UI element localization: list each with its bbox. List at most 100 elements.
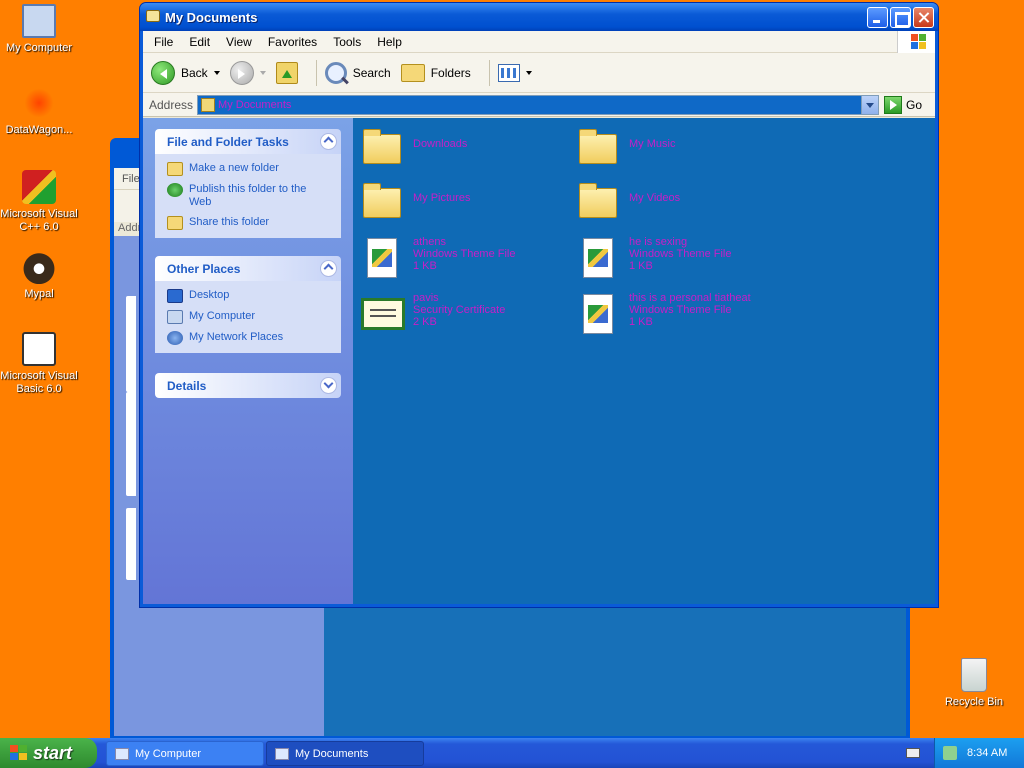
place-my-network-places[interactable]: My Network Places [167, 331, 331, 345]
views-button[interactable] [497, 63, 532, 82]
folder-item-my-music[interactable]: My Music [575, 126, 675, 170]
views-dropdown-icon [525, 71, 532, 78]
collapse-icon[interactable] [320, 260, 337, 277]
datawagon-icon [22, 86, 56, 120]
up-folder-icon [275, 61, 298, 84]
task-make-new-folder[interactable]: Make a new folder [167, 162, 331, 176]
forward-button[interactable] [229, 60, 266, 85]
minimize-button[interactable] [867, 7, 888, 28]
other-places-panel: Other Places Desktop My Computer My Netw… [155, 256, 341, 353]
title-bar[interactable]: My Documents [140, 3, 938, 31]
background-panel [126, 508, 136, 580]
folder-item-downloads[interactable]: Downloads [359, 126, 467, 170]
address-dropdown-icon[interactable] [861, 95, 879, 114]
forward-arrow-icon [229, 60, 254, 85]
folders-label: Folders [430, 65, 471, 80]
file-type: Windows Theme File [629, 304, 732, 316]
desktop-icon-mypal[interactable]: Mypal [0, 250, 79, 301]
file-item-pavis[interactable]: pavis Security Certificate 2 KB [359, 292, 505, 336]
address-input[interactable]: My Documents [197, 94, 880, 115]
windows-logo-icon [897, 31, 935, 53]
task-share-folder[interactable]: Share this folder [167, 216, 331, 230]
desktop-icon-label: DataWagon... [5, 124, 73, 136]
background-menu-file[interactable]: File [122, 173, 140, 185]
folder-icon [275, 747, 289, 760]
background-panel [126, 296, 136, 392]
desktop-icon-recycle-bin[interactable]: Recycle Bin [934, 658, 1014, 709]
place-desktop[interactable]: Desktop [167, 289, 331, 303]
file-item-personal-theme[interactable]: this is a personal tiatheat Windows Them… [575, 292, 751, 336]
collapse-icon[interactable] [320, 133, 337, 150]
menu-tools[interactable]: Tools [325, 33, 369, 51]
file-size: 1 KB [629, 316, 653, 328]
expand-icon[interactable] [320, 377, 337, 394]
address-value: My Documents [218, 98, 292, 111]
file-folder-tasks-body: Make a new folder Publish this folder to… [155, 154, 341, 238]
windows-flag-icon [10, 745, 28, 761]
search-label: Search [352, 65, 391, 80]
menu-edit[interactable]: Edit [181, 33, 218, 51]
address-bar: Address My Documents Go [143, 93, 935, 117]
folder-item-my-pictures[interactable]: My Pictures [359, 180, 470, 224]
taskbar-button-my-documents[interactable]: My Documents [266, 741, 424, 766]
back-button[interactable]: Back [151, 60, 220, 85]
go-label: Go [906, 97, 923, 112]
task-publish-folder[interactable]: Publish this folder to the Web [167, 183, 331, 209]
keyboard-icon[interactable] [906, 748, 920, 758]
panel-title: Details [167, 378, 207, 393]
search-button[interactable]: Search [324, 61, 391, 84]
place-my-computer[interactable]: My Computer [167, 310, 331, 324]
taskbar-button-my-computer[interactable]: My Computer [106, 741, 264, 766]
folders-icon [400, 63, 425, 82]
standard-toolbar: Back Search Folders [143, 53, 935, 93]
back-dropdown-icon[interactable] [213, 71, 220, 78]
menu-file[interactable]: File [146, 33, 181, 51]
go-arrow-icon [884, 95, 903, 114]
panel-title: Other Places [167, 261, 241, 276]
details-header[interactable]: Details [155, 373, 341, 398]
forward-dropdown-icon[interactable] [259, 71, 266, 78]
desktop-icon-datawagon[interactable]: DataWagon... [0, 86, 79, 137]
file-item-he-is-sexing[interactable]: he is sexing Windows Theme File 1 KB [575, 236, 732, 280]
file-folder-tasks-header[interactable]: File and Folder Tasks [155, 129, 341, 154]
folder-icon [201, 97, 216, 112]
folder-icon [359, 126, 407, 170]
start-button[interactable]: start [0, 738, 97, 768]
theme-file-icon [575, 236, 623, 280]
close-button[interactable] [913, 7, 934, 28]
menu-help[interactable]: Help [369, 33, 410, 51]
file-name: athens [413, 236, 447, 248]
folders-button[interactable]: Folders [400, 63, 471, 82]
file-item-athens[interactable]: athens Windows Theme File 1 KB [359, 236, 516, 280]
theme-file-icon [575, 292, 623, 336]
file-type: Security Certificate [413, 304, 506, 316]
publish-globe-icon [167, 183, 183, 197]
go-button[interactable]: Go [884, 95, 923, 114]
folder-icon [146, 10, 160, 22]
file-size: 1 KB [413, 260, 437, 272]
certificate-icon [359, 292, 407, 336]
file-name: this is a personal tiatheat [629, 292, 751, 304]
taskbar-button-label: My Computer [135, 747, 202, 760]
taskbar: start My Computer My Documents 8:34 AM [0, 738, 1024, 768]
clock[interactable]: 8:34 AM [967, 747, 1007, 759]
desktop-icon-my-computer[interactable]: My Computer [0, 4, 79, 55]
desktop-icon-visual-basic[interactable]: Microsoft Visual Basic 6.0 [0, 332, 79, 396]
desktop-icon-visual-cpp[interactable]: Microsoft Visual C++ 6.0 [0, 170, 79, 234]
place-label: My Computer [189, 310, 256, 322]
mypal-icon [22, 250, 56, 284]
other-places-header[interactable]: Other Places [155, 256, 341, 281]
network-tray-icon[interactable] [943, 746, 957, 760]
file-name: pavis [413, 292, 439, 304]
menu-favorites[interactable]: Favorites [260, 33, 325, 51]
up-button[interactable] [275, 61, 298, 84]
maximize-button[interactable] [890, 7, 911, 28]
desktop-icon-label: Recycle Bin [944, 696, 1004, 708]
folder-item-my-videos[interactable]: My Videos [575, 180, 680, 224]
recycle-bin-icon [961, 658, 987, 692]
menu-view[interactable]: View [218, 33, 260, 51]
visual-cpp-icon [22, 170, 56, 204]
panel-title: File and Folder Tasks [167, 134, 289, 149]
desktop-icon-label: Microsoft Visual C++ 6.0 [0, 208, 78, 233]
window-my-documents[interactable]: My Documents File Edit View Favorites To… [139, 2, 939, 608]
